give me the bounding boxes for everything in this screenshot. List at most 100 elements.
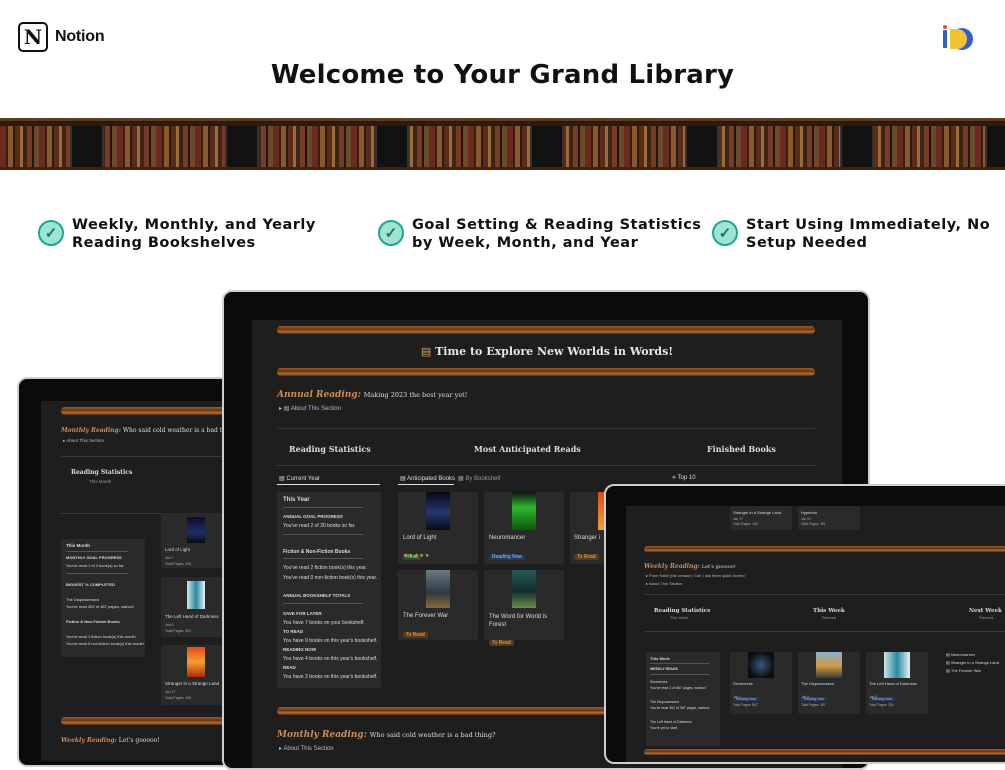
section-label: Weekly Reading: [61,737,117,744]
book-card[interactable]: The Dispossessed Reading Now Jan 6 Total… [798,652,860,714]
book-card[interactable]: The Forever War To Read [398,570,478,640]
check-circle-icon: ✓ [712,220,738,246]
book-card[interactable]: The Left Hand of Darkness Reading Now Ja… [866,652,928,714]
book-card[interactable]: Stranger in a Strange Land Jan 17 Total … [730,506,792,530]
books-icon: ▤ [283,406,290,412]
book-meta: Jan 1 [733,695,742,699]
about-toggle[interactable]: About This Section [283,746,333,752]
nonfiction-line: You've read 0 non-fiction book(s) this m… [66,641,145,646]
book-meta: Total Pages: 438 [733,522,758,526]
book-title: The Left Hand of Darkness [869,681,917,686]
section-label: Monthly Reading: [277,730,367,740]
feature-line: by Week, Month, and Year [412,235,639,251]
book-meta: Jan 21 [801,517,811,521]
list-item[interactable]: ▤ Stranger in a Strange Land [946,660,999,665]
feature-goal-setting: ✓ Goal Setting & Reading Statistics by We… [378,216,701,252]
left-device-frame: Monthly Reading: Who said cold weather i… [17,377,257,767]
shelf-line: You have 7 books on your bookshelf. [283,620,365,626]
section-text: Making 2023 the best year yet! [363,391,468,399]
book-title: Stranger in a Strange Land [733,510,782,515]
tab-by-bookshelf[interactable]: ▦ By Bookshelf [458,475,500,482]
progress-line: You've read 302 of 387 pages, wahoo! [66,604,135,609]
weekly-reads-label: WEEKLY READS [650,667,678,671]
right-screen: Stranger in a Strange Land Jan 17 Total … [626,506,1005,762]
section-text: Let's gooooo! [118,737,160,744]
shelf-label: SAVE FOR LATER [283,611,322,616]
book-meta: Total Pages: 438 [165,696,192,700]
tab-top10[interactable]: ⟡ Top 10 [672,475,696,482]
list-item[interactable]: ▤ The Forever War [946,668,981,673]
book-line: The Left Hand of Darkness [650,720,692,724]
book-line: The Dispossessed [650,700,679,704]
planned-sub: Planned [822,616,836,620]
shelf-line: You have 9 books on this year's bookshel… [283,638,378,644]
screen-heading: Time to Explore New Worlds in Words! [435,345,674,358]
totals-label: ANNUAL BOOKSHELF TOTALS [283,593,351,598]
panel-title: This Month [66,543,90,548]
stats-sub: This Week [670,616,688,620]
book-title: The Word for World is Forest [489,614,548,628]
progress-line: You've read 1 of 867 pages, wahoo! [650,686,706,690]
panel-title: This Year [283,497,310,503]
goal-line: You've read 1 of 3 book(s) so far. [66,563,125,568]
book-meta: Jan 6 [801,695,810,699]
quote-toggle[interactable]: From Kabir (the creator): Can I ask them… [649,573,745,578]
list-item[interactable]: ▤ Neuromancer [946,652,975,657]
book-meta: Jan 8 [165,623,174,627]
anticipated-heading: Most Anticipated Reads [474,444,581,454]
progress-line: You've read 302 of 387 pages, wahoo! [650,706,710,710]
book-card[interactable]: Seveneves Reading Now Jan 1 Total Pages:… [730,652,792,714]
next-week-heading: Next Week [969,608,1002,614]
book-meta: Total Pages: 387 [801,703,826,707]
feature-line: Start Using Immediately, No [746,217,991,233]
book-line: Seveneves [650,680,668,684]
book-meta: Total Pages: 867 [733,703,758,707]
tab-anticipated[interactable]: ▤ Anticipated Books [400,475,455,482]
book-meta: Total Pages: 481 [801,522,826,526]
feature-bookshelves: ✓ Weekly, Monthly, and Yearly Reading Boo… [38,216,316,252]
progress-line: You're yet to start. [650,726,678,730]
stats-heading: Reading Statistics [654,608,711,614]
section-text: Who said cold weather is a bad thing [122,427,236,434]
about-toggle[interactable]: About This Section [649,581,683,586]
book-title: The Forever War [403,613,449,619]
check-circle-icon: ✓ [38,220,64,246]
feature-line: Goal Setting & Reading Statistics [412,217,702,233]
book-title: Neuromancer [489,535,526,541]
panel-title: This Week [650,656,670,661]
book-meta: Total Pages: 304 [165,629,192,633]
feature-line: Setup Needed [746,235,868,251]
check-circle-icon: ✓ [378,220,404,246]
books-emoji-icon: ▤ [420,345,432,358]
section-text: Who said cold weather is a bad thing? [369,731,496,739]
book-card[interactable]: Lord of Light Read ★★★★★ [398,492,478,564]
status-badge: To Read [574,554,599,560]
planned-sub: Planned [979,616,993,620]
book-meta: Total Pages: 296 [165,562,192,566]
stats-sub: This Month [89,479,112,484]
month-panel: This Month MONTHLY GOAL PROGRESS You've … [61,539,145,657]
biggest-label: BIGGEST % COMPLETED [66,582,115,587]
shelf-label: READ [283,665,296,670]
feature-start-immediately: ✓ Start Using Immediately, No Setup Neede… [712,216,990,252]
stats-heading: Reading Statistics [289,444,371,454]
feature-line: Weekly, Monthly, and Yearly [72,217,316,233]
stats-heading: Reading Statistics [71,469,133,476]
book-title: Stranger in a Strange Land [165,681,220,686]
book-title: Seveneves [733,681,753,686]
nonfiction-line: You've read 0 non-fiction book(s) this y… [283,575,378,581]
year-stats-panel: This Year ANNUAL GOAL PROGRESS You've re… [277,492,381,688]
notion-logo-icon: N [18,22,48,52]
tab-current-year[interactable]: ▤ Current Year [279,475,320,482]
book-meta: Jan 8 [869,695,878,699]
book-card[interactable]: Hyperion Jan 21 Total Pages: 481 [798,506,860,530]
book-meta: Jan 7 [165,556,174,560]
book-card[interactable]: Neuromancer Reading Now [484,492,564,564]
feature-line: Reading Bookshelves [72,235,256,251]
book-title: The Left Hand of Darkness [165,614,219,619]
about-toggle[interactable]: About This Section [291,406,341,412]
book-meta: Total Pages: 304 [869,703,894,707]
finished-heading: Finished Books [707,444,776,454]
about-toggle[interactable]: About This Section [66,438,104,443]
book-card[interactable]: The Word for World is Forest To Read [484,570,564,646]
